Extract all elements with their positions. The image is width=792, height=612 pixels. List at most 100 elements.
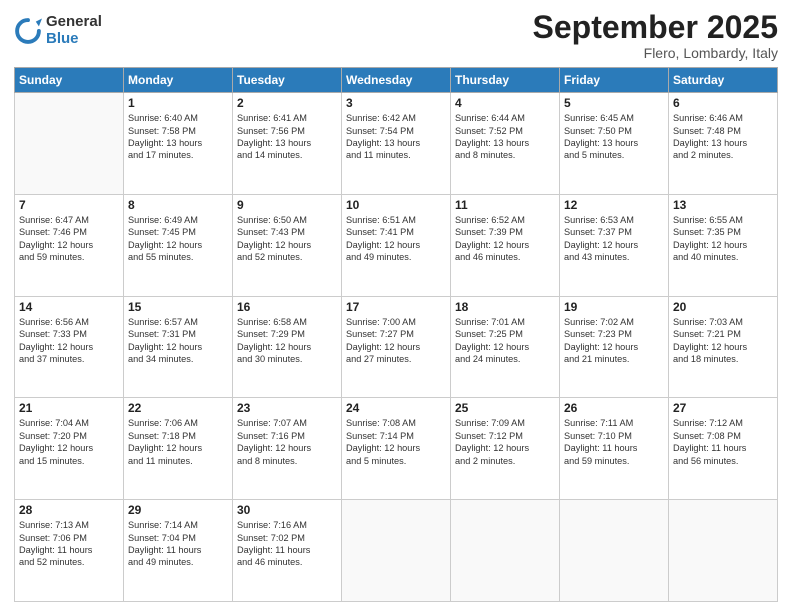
day-number: 2 [237, 96, 337, 110]
table-row [15, 93, 124, 195]
table-row: 22 Sunrise: 7:06 AMSunset: 7:18 PMDayligh… [124, 398, 233, 500]
table-row [342, 500, 451, 602]
day-number: 14 [19, 300, 119, 314]
cell-daylight-info: Sunrise: 7:02 AMSunset: 7:23 PMDaylight:… [564, 316, 664, 366]
cell-daylight-info: Sunrise: 6:45 AMSunset: 7:50 PMDaylight:… [564, 112, 664, 162]
table-row: 26Sunrise: 7:11 AMSunset: 7:10 PMDayligh… [560, 398, 669, 500]
cell-daylight-info: Sunrise: 6:42 AMSunset: 7:54 PMDaylight:… [346, 112, 446, 162]
table-row: 10Sunrise: 6:51 AMSunset: 7:41 PMDayligh… [342, 194, 451, 296]
calendar-week-row: 21 Sunrise: 7:04 AMSunset: 7:20 PMDayligh… [15, 398, 778, 500]
table-row: 1 Sunrise: 6:40 AMSunset: 7:58 PMDaylight… [124, 93, 233, 195]
table-row: 17Sunrise: 7:00 AMSunset: 7:27 PMDayligh… [342, 296, 451, 398]
calendar-week-row: 28 Sunrise: 7:13 AMSunset: 7:06 PMDayligh… [15, 500, 778, 602]
logo-icon [14, 17, 42, 45]
table-row: 15 Sunrise: 6:57 AMSunset: 7:31 PMDayligh… [124, 296, 233, 398]
table-row: 16 Sunrise: 6:58 AMSunset: 7:29 PMDayligh… [233, 296, 342, 398]
cell-daylight-info: Sunrise: 6:55 AMSunset: 7:35 PMDaylight:… [673, 214, 773, 264]
table-row: 11 Sunrise: 6:52 AMSunset: 7:39 PMDayligh… [451, 194, 560, 296]
cell-daylight-info: Sunrise: 6:46 AMSunset: 7:48 PMDaylight:… [673, 112, 773, 162]
cell-daylight-info: Sunrise: 6:47 AMSunset: 7:46 PMDaylight:… [19, 214, 119, 264]
day-number: 11 [455, 198, 555, 212]
day-number: 25 [455, 401, 555, 415]
day-number: 19 [564, 300, 664, 314]
cell-daylight-info: Sunrise: 6:49 AMSunset: 7:45 PMDaylight:… [128, 214, 228, 264]
day-number: 20 [673, 300, 773, 314]
day-number: 23 [237, 401, 337, 415]
table-row: 8 Sunrise: 6:49 AMSunset: 7:45 PMDaylight… [124, 194, 233, 296]
day-number: 12 [564, 198, 664, 212]
cell-daylight-info: Sunrise: 6:56 AMSunset: 7:33 PMDaylight:… [19, 316, 119, 366]
table-row: 27 Sunrise: 7:12 AMSunset: 7:08 PMDayligh… [669, 398, 778, 500]
table-row: 9 Sunrise: 6:50 AMSunset: 7:43 PMDaylight… [233, 194, 342, 296]
day-number: 7 [19, 198, 119, 212]
title-block: September 2025 Flero, Lombardy, Italy [533, 10, 778, 61]
table-row: 14 Sunrise: 6:56 AMSunset: 7:33 PMDayligh… [15, 296, 124, 398]
table-row: 30Sunrise: 7:16 AMSunset: 7:02 PMDayligh… [233, 500, 342, 602]
cell-daylight-info: Sunrise: 7:06 AMSunset: 7:18 PMDaylight:… [128, 417, 228, 467]
col-monday: Monday [124, 68, 233, 93]
day-number: 21 [19, 401, 119, 415]
cell-daylight-info: Sunrise: 7:03 AMSunset: 7:21 PMDaylight:… [673, 316, 773, 366]
day-number: 3 [346, 96, 446, 110]
cell-daylight-info: Sunrise: 7:09 AMSunset: 7:12 PMDaylight:… [455, 417, 555, 467]
calendar-week-row: 7 Sunrise: 6:47 AMSunset: 7:46 PMDaylight… [15, 194, 778, 296]
table-row: 25 Sunrise: 7:09 AMSunset: 7:12 PMDayligh… [451, 398, 560, 500]
table-row: 13 Sunrise: 6:55 AMSunset: 7:35 PMDayligh… [669, 194, 778, 296]
col-friday: Friday [560, 68, 669, 93]
day-number: 8 [128, 198, 228, 212]
cell-daylight-info: Sunrise: 7:04 AMSunset: 7:20 PMDaylight:… [19, 417, 119, 467]
day-number: 9 [237, 198, 337, 212]
day-number: 28 [19, 503, 119, 517]
calendar-week-row: 1 Sunrise: 6:40 AMSunset: 7:58 PMDaylight… [15, 93, 778, 195]
table-row: 4Sunrise: 6:44 AMSunset: 7:52 PMDaylight… [451, 93, 560, 195]
logo-blue-text: Blue [46, 31, 102, 48]
cell-daylight-info: Sunrise: 7:16 AMSunset: 7:02 PMDaylight:… [237, 519, 337, 569]
table-row: 18 Sunrise: 7:01 AMSunset: 7:25 PMDayligh… [451, 296, 560, 398]
day-number: 5 [564, 96, 664, 110]
day-number: 18 [455, 300, 555, 314]
calendar-table: Sunday Monday Tuesday Wednesday Thursday… [14, 67, 778, 602]
day-number: 24 [346, 401, 446, 415]
cell-daylight-info: Sunrise: 6:50 AMSunset: 7:43 PMDaylight:… [237, 214, 337, 264]
day-number: 4 [455, 96, 555, 110]
col-sunday: Sunday [15, 68, 124, 93]
cell-daylight-info: Sunrise: 6:53 AMSunset: 7:37 PMDaylight:… [564, 214, 664, 264]
day-number: 27 [673, 401, 773, 415]
cell-daylight-info: Sunrise: 7:13 AMSunset: 7:06 PMDaylight:… [19, 519, 119, 569]
day-number: 26 [564, 401, 664, 415]
table-row: 12 Sunrise: 6:53 AMSunset: 7:37 PMDayligh… [560, 194, 669, 296]
cell-daylight-info: Sunrise: 6:58 AMSunset: 7:29 PMDaylight:… [237, 316, 337, 366]
day-number: 22 [128, 401, 228, 415]
day-number: 1 [128, 96, 228, 110]
table-row: 29 Sunrise: 7:14 AMSunset: 7:04 PMDayligh… [124, 500, 233, 602]
day-number: 15 [128, 300, 228, 314]
calendar-header-row: Sunday Monday Tuesday Wednesday Thursday… [15, 68, 778, 93]
cell-daylight-info: Sunrise: 7:01 AMSunset: 7:25 PMDaylight:… [455, 316, 555, 366]
cell-daylight-info: Sunrise: 7:14 AMSunset: 7:04 PMDaylight:… [128, 519, 228, 569]
table-row: 20 Sunrise: 7:03 AMSunset: 7:21 PMDayligh… [669, 296, 778, 398]
day-number: 10 [346, 198, 446, 212]
cell-daylight-info: Sunrise: 6:57 AMSunset: 7:31 PMDaylight:… [128, 316, 228, 366]
cell-daylight-info: Sunrise: 6:52 AMSunset: 7:39 PMDaylight:… [455, 214, 555, 264]
table-row: 3 Sunrise: 6:42 AMSunset: 7:54 PMDaylight… [342, 93, 451, 195]
day-number: 13 [673, 198, 773, 212]
cell-daylight-info: Sunrise: 6:40 AMSunset: 7:58 PMDaylight:… [128, 112, 228, 162]
calendar-week-row: 14 Sunrise: 6:56 AMSunset: 7:33 PMDayligh… [15, 296, 778, 398]
table-row: 23Sunrise: 7:07 AMSunset: 7:16 PMDayligh… [233, 398, 342, 500]
cell-daylight-info: Sunrise: 7:08 AMSunset: 7:14 PMDaylight:… [346, 417, 446, 467]
table-row: 19 Sunrise: 7:02 AMSunset: 7:23 PMDayligh… [560, 296, 669, 398]
day-number: 17 [346, 300, 446, 314]
cell-daylight-info: Sunrise: 6:41 AMSunset: 7:56 PMDaylight:… [237, 112, 337, 162]
month-title: September 2025 [533, 10, 778, 45]
location: Flero, Lombardy, Italy [533, 45, 778, 61]
header: General Blue September 2025 Flero, Lomba… [14, 10, 778, 61]
day-number: 29 [128, 503, 228, 517]
table-row: 5 Sunrise: 6:45 AMSunset: 7:50 PMDaylight… [560, 93, 669, 195]
table-row: 2 Sunrise: 6:41 AMSunset: 7:56 PMDaylight… [233, 93, 342, 195]
table-row: 7 Sunrise: 6:47 AMSunset: 7:46 PMDaylight… [15, 194, 124, 296]
col-tuesday: Tuesday [233, 68, 342, 93]
cell-daylight-info: Sunrise: 7:12 AMSunset: 7:08 PMDaylight:… [673, 417, 773, 467]
logo-general-text: General [46, 14, 102, 31]
day-number: 16 [237, 300, 337, 314]
table-row: 6Sunrise: 6:46 AMSunset: 7:48 PMDaylight… [669, 93, 778, 195]
